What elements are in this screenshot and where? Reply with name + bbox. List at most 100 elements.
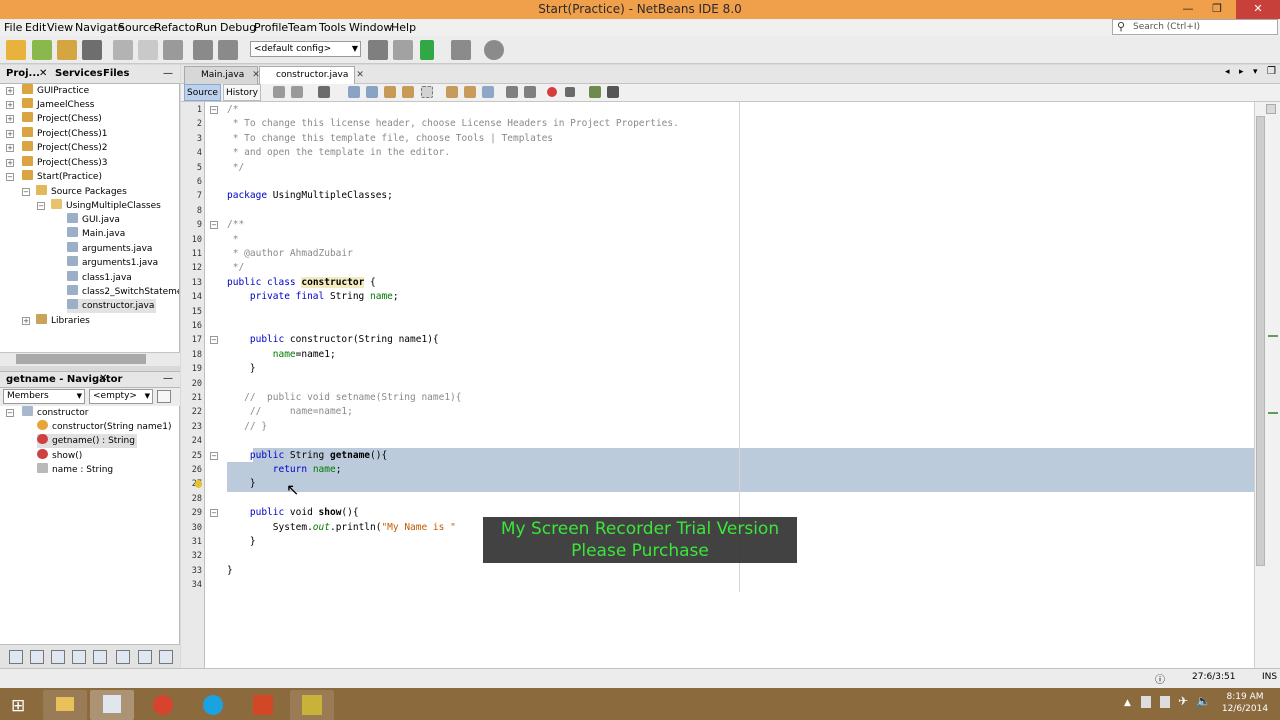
notifications-icon[interactable]: ⓘ xyxy=(1155,671,1165,686)
menu-file[interactable]: File xyxy=(4,21,22,34)
tree-item-arguments-java[interactable]: arguments.java xyxy=(67,242,152,256)
scroll-right-icon[interactable]: ▸ xyxy=(1239,67,1244,77)
empty-select[interactable]: <empty> ▼ xyxy=(89,389,153,404)
filter-static-icon[interactable] xyxy=(51,650,65,664)
tree-item-guipractice[interactable]: GUIPractice xyxy=(22,84,89,98)
collapse-icon[interactable]: − xyxy=(37,202,45,210)
tree-item-project-chess2[interactable]: Project(Chess)2 xyxy=(22,141,107,155)
close-button[interactable]: ✕ xyxy=(1236,0,1280,19)
menu-profile[interactable]: Profile xyxy=(254,21,288,34)
tab-constructor-java[interactable]: constructor.java ✕ xyxy=(259,66,364,84)
fold-toggle-icon[interactable]: − xyxy=(210,509,218,517)
airplane-icon[interactable]: ✈ xyxy=(1178,694,1188,708)
toggle-bookmark-icon[interactable] xyxy=(482,86,494,98)
error-stripe-mark[interactable] xyxy=(1268,335,1278,337)
fold-toggle-icon[interactable]: − xyxy=(210,106,218,114)
expand-icon[interactable]: + xyxy=(6,130,14,138)
tab-services[interactable]: Services xyxy=(55,68,103,79)
tree-item-project-chess[interactable]: Project(Chess) xyxy=(22,112,102,126)
fold-toggle-icon[interactable]: − xyxy=(210,336,218,344)
filter-fields-icon[interactable] xyxy=(30,650,44,664)
menu-team[interactable]: Team xyxy=(288,21,317,34)
filter-inherited-icon[interactable] xyxy=(93,650,107,664)
nav-item-getname[interactable]: getname() : String xyxy=(37,434,137,448)
expand-icon[interactable]: + xyxy=(22,317,30,325)
new-project-icon[interactable] xyxy=(32,40,52,60)
history-tab[interactable]: History xyxy=(223,84,261,101)
expand-icon[interactable]: + xyxy=(6,159,14,167)
find-previous-icon[interactable] xyxy=(348,86,360,98)
tree-item-main-java[interactable]: Main.java xyxy=(67,227,125,241)
taskbar-skype[interactable] xyxy=(191,690,235,720)
menu-tools[interactable]: Tools xyxy=(319,21,346,34)
next-bookmark-icon[interactable] xyxy=(464,86,476,98)
prev-bookmark-icon[interactable] xyxy=(446,86,458,98)
last-edit-icon[interactable] xyxy=(318,86,330,98)
tree-item-arguments1-java[interactable]: arguments1.java xyxy=(67,256,158,270)
collapse-icon[interactable]: − xyxy=(6,173,14,181)
collapse-icon[interactable]: − xyxy=(22,188,30,196)
error-stripe-mark[interactable] xyxy=(1268,412,1278,414)
tree-item-class2-java[interactable]: class2_SwitchStatement.ja xyxy=(67,285,179,299)
close-icon[interactable]: ✕ xyxy=(99,373,107,384)
tree-item-jameelchess[interactable]: JameelChess xyxy=(22,98,94,112)
redo-icon[interactable] xyxy=(218,40,238,60)
maximize-button[interactable]: ❐ xyxy=(1203,0,1231,19)
members-select[interactable]: Members ▼ xyxy=(3,389,85,404)
menu-help[interactable]: Help xyxy=(391,21,416,34)
scrollbar-thumb[interactable] xyxy=(1256,116,1265,566)
tree-item-gui-java[interactable]: GUI.java xyxy=(67,213,120,227)
record-macro-icon[interactable] xyxy=(547,87,557,97)
tab-main-java[interactable]: Main.java ✕ xyxy=(184,66,260,84)
source-tab[interactable]: Source xyxy=(184,84,221,101)
minimize-button[interactable]: — xyxy=(1174,0,1202,19)
fold-toggle-icon[interactable]: − xyxy=(210,221,218,229)
shift-right-icon[interactable] xyxy=(524,86,536,98)
sort-alpha-icon[interactable] xyxy=(138,650,152,664)
tree-item-project-chess3[interactable]: Project(Chess)3 xyxy=(22,156,107,170)
nav-item-name-field[interactable]: name : String xyxy=(37,463,113,477)
find-next-icon[interactable] xyxy=(366,86,378,98)
save-all-icon[interactable] xyxy=(82,40,102,60)
run-icon[interactable] xyxy=(420,40,434,60)
navigator-options-icon[interactable] xyxy=(157,390,171,403)
tab-projects[interactable]: Proj... xyxy=(6,68,40,79)
tree-item-project-chess1[interactable]: Project(Chess)1 xyxy=(22,127,107,141)
minimize-panel-icon[interactable]: — xyxy=(163,373,173,384)
tab-files[interactable]: Files xyxy=(103,68,129,79)
network-icon[interactable] xyxy=(1160,696,1170,708)
forward-icon[interactable] xyxy=(291,86,303,98)
back-icon[interactable] xyxy=(273,86,285,98)
minimize-panel-icon[interactable]: — xyxy=(163,68,173,79)
tree-item-start-practice[interactable]: Start(Practice) xyxy=(22,170,102,184)
uncomment-icon[interactable] xyxy=(607,86,619,98)
comment-icon[interactable] xyxy=(589,86,601,98)
nav-item-constructor[interactable]: constructor(String name1) xyxy=(37,420,171,434)
collapse-icon[interactable]: − xyxy=(6,409,14,417)
scrollbar-thumb[interactable] xyxy=(16,354,146,364)
tree-item-source-packages[interactable]: Source Packages xyxy=(36,185,127,199)
nav-item-show[interactable]: show() xyxy=(37,449,82,463)
open-project-icon[interactable] xyxy=(57,40,77,60)
menu-debug[interactable]: Debug xyxy=(220,21,256,34)
start-button[interactable]: ⊞ xyxy=(0,690,40,720)
menu-run[interactable]: Run xyxy=(196,21,217,34)
tree-item-libraries[interactable]: Libraries xyxy=(36,314,90,328)
taskbar-recorder[interactable] xyxy=(290,690,334,720)
taskbar-netbeans[interactable] xyxy=(90,690,134,720)
taskbar-explorer[interactable] xyxy=(43,690,87,720)
paste-icon[interactable] xyxy=(163,40,183,60)
chevron-up-icon[interactable]: ▲ xyxy=(1124,698,1131,708)
filter-inner-icon[interactable] xyxy=(116,650,130,664)
profile-icon[interactable] xyxy=(484,40,504,60)
config-select[interactable]: <default config> ▼ xyxy=(250,41,361,57)
menu-source[interactable]: Source xyxy=(118,21,156,34)
tree-item-package[interactable]: UsingMultipleClasses xyxy=(51,199,161,213)
expand-icon[interactable]: + xyxy=(6,101,14,109)
tree-item-class1-java[interactable]: class1.java xyxy=(67,271,132,285)
find-selection-icon[interactable] xyxy=(384,86,396,98)
build-icon[interactable] xyxy=(368,40,388,60)
shift-left-icon[interactable] xyxy=(506,86,518,98)
new-file-icon[interactable] xyxy=(6,40,26,60)
fold-toggle-icon[interactable]: − xyxy=(210,452,218,460)
